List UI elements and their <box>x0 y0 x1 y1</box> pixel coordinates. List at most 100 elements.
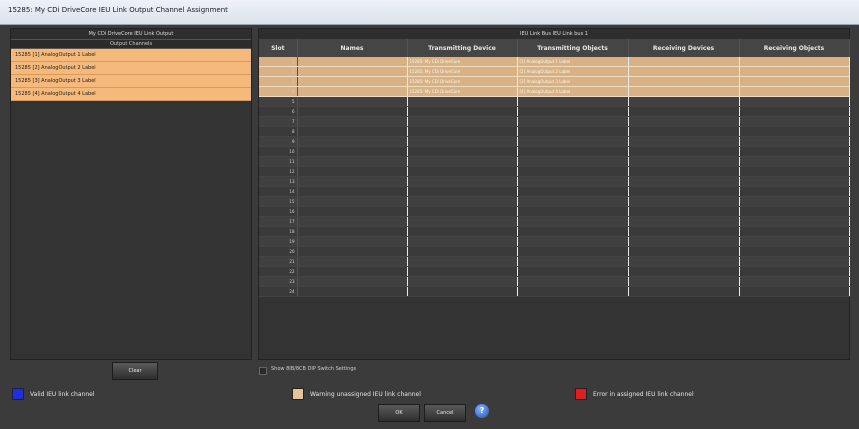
names-cell[interactable] <box>297 96 408 107</box>
receiving-devices-cell[interactable] <box>628 136 740 147</box>
transmitting-objects-cell[interactable] <box>517 276 629 287</box>
transmitting-objects-cell[interactable] <box>517 196 629 207</box>
receiving-objects-cell[interactable] <box>739 236 850 247</box>
column-header-transmitting-device[interactable]: Transmitting Device <box>407 39 518 57</box>
table-row[interactable]: 13 <box>259 176 850 187</box>
receiving-objects-cell[interactable] <box>739 136 850 147</box>
transmitting-objects-cell[interactable] <box>517 156 629 167</box>
table-row[interactable]: 10 <box>259 146 850 157</box>
transmitting-objects-cell[interactable]: [4] AnalogOutput 4 Label <box>517 86 629 97</box>
column-header-names[interactable]: Names <box>297 39 408 57</box>
transmitting-device-cell[interactable]: 15285: My CDi DriveCore <box>407 86 518 97</box>
names-cell[interactable] <box>297 226 408 237</box>
names-cell[interactable] <box>297 166 408 177</box>
transmitting-device-cell[interactable] <box>407 96 518 107</box>
receiving-devices-cell[interactable] <box>628 226 740 237</box>
names-cell[interactable] <box>297 216 408 227</box>
transmitting-device-cell[interactable] <box>407 136 518 147</box>
names-cell[interactable] <box>297 146 408 157</box>
ok-button[interactable]: OK <box>378 404 420 422</box>
transmitting-device-cell[interactable] <box>407 226 518 237</box>
table-row[interactable]: 16 <box>259 206 850 217</box>
column-header-receiving-devices[interactable]: Receiving Devices <box>628 39 740 57</box>
transmitting-device-cell[interactable] <box>407 176 518 187</box>
table-row[interactable]: 3 15285: My CDi DriveCore [3] AnalogOutput… <box>259 76 850 87</box>
transmitting-device-cell[interactable] <box>407 186 518 197</box>
transmitting-device-cell[interactable] <box>407 246 518 257</box>
names-cell[interactable] <box>297 136 408 147</box>
output-channel-item[interactable]: 15285 [2] AnalogOutput 2 Label <box>11 62 251 75</box>
column-header-slot[interactable]: Slot <box>259 39 298 57</box>
transmitting-objects-cell[interactable] <box>517 116 629 127</box>
names-cell[interactable] <box>297 86 408 97</box>
column-header-receiving-objects[interactable]: Receiving Objects <box>739 39 850 57</box>
transmitting-device-cell[interactable] <box>407 126 518 137</box>
table-row[interactable]: 12 <box>259 166 850 177</box>
dip-switch-checkbox[interactable] <box>259 367 267 375</box>
receiving-devices-cell[interactable] <box>628 66 740 77</box>
transmitting-objects-cell[interactable] <box>517 256 629 267</box>
transmitting-device-cell[interactable] <box>407 216 518 227</box>
table-row[interactable]: 20 <box>259 246 850 257</box>
table-row[interactable]: 2 15285: My CDi DriveCore [2] AnalogOutput… <box>259 66 850 77</box>
output-channel-item[interactable]: 15285 [3] AnalogOutput 3 Label <box>11 75 251 88</box>
receiving-objects-cell[interactable] <box>739 246 850 257</box>
receiving-devices-cell[interactable] <box>628 57 740 67</box>
transmitting-device-cell[interactable] <box>407 146 518 157</box>
receiving-objects-cell[interactable] <box>739 226 850 237</box>
transmitting-objects-cell[interactable] <box>517 176 629 187</box>
receiving-devices-cell[interactable] <box>628 266 740 277</box>
transmitting-device-cell[interactable]: 15285: My CDi DriveCore <box>407 57 518 67</box>
receiving-devices-cell[interactable] <box>628 286 740 297</box>
names-cell[interactable] <box>297 236 408 247</box>
transmitting-objects-cell[interactable] <box>517 216 629 227</box>
receiving-objects-cell[interactable] <box>739 186 850 197</box>
transmitting-objects-cell[interactable]: [2] AnalogOutput 2 Label <box>517 66 629 77</box>
transmitting-objects-cell[interactable] <box>517 286 629 297</box>
receiving-objects-cell[interactable] <box>739 86 850 97</box>
transmitting-device-cell[interactable] <box>407 156 518 167</box>
transmitting-device-cell[interactable] <box>407 266 518 277</box>
table-row[interactable]: 19 <box>259 236 850 247</box>
transmitting-device-cell[interactable] <box>407 196 518 207</box>
table-row[interactable]: 7 <box>259 116 850 127</box>
transmitting-device-cell[interactable] <box>407 286 518 297</box>
names-cell[interactable] <box>297 276 408 287</box>
transmitting-device-cell[interactable] <box>407 116 518 127</box>
transmitting-objects-cell[interactable] <box>517 246 629 257</box>
receiving-objects-cell[interactable] <box>739 276 850 287</box>
receiving-devices-cell[interactable] <box>628 216 740 227</box>
names-cell[interactable] <box>297 156 408 167</box>
receiving-objects-cell[interactable] <box>739 126 850 137</box>
receiving-objects-cell[interactable] <box>739 206 850 217</box>
names-cell[interactable] <box>297 266 408 277</box>
receiving-objects-cell[interactable] <box>739 146 850 157</box>
table-row[interactable]: 5 <box>259 96 850 107</box>
receiving-devices-cell[interactable] <box>628 206 740 217</box>
transmitting-objects-cell[interactable] <box>517 186 629 197</box>
table-row[interactable]: 24 <box>259 286 850 297</box>
transmitting-device-cell[interactable]: 15285: My CDi DriveCore <box>407 66 518 77</box>
receiving-objects-cell[interactable] <box>739 266 850 277</box>
table-row[interactable]: 17 <box>259 216 850 227</box>
names-cell[interactable] <box>297 126 408 137</box>
table-row[interactable]: 1 15285: My CDi DriveCore [1] AnalogOutput… <box>259 57 850 67</box>
receiving-objects-cell[interactable] <box>739 286 850 297</box>
table-row[interactable]: 8 <box>259 126 850 137</box>
transmitting-objects-cell[interactable]: [3] AnalogOutput 3 Label <box>517 76 629 87</box>
receiving-objects-cell[interactable] <box>739 76 850 87</box>
names-cell[interactable] <box>297 246 408 257</box>
transmitting-objects-cell[interactable] <box>517 96 629 107</box>
receiving-devices-cell[interactable] <box>628 76 740 87</box>
table-row[interactable]: 15 <box>259 196 850 207</box>
output-channel-item[interactable]: 15285 [4] AnalogOutput 4 Label <box>11 88 251 101</box>
transmitting-objects-cell[interactable] <box>517 166 629 177</box>
receiving-objects-cell[interactable] <box>739 256 850 267</box>
table-row[interactable]: 11 <box>259 156 850 167</box>
transmitting-device-cell[interactable]: 15285: My CDi DriveCore <box>407 76 518 87</box>
receiving-devices-cell[interactable] <box>628 106 740 117</box>
receiving-devices-cell[interactable] <box>628 276 740 287</box>
receiving-objects-cell[interactable] <box>739 66 850 77</box>
output-channel-item[interactable]: 15285 [1] AnalogOutput 1 Label <box>11 49 251 62</box>
transmitting-device-cell[interactable] <box>407 256 518 267</box>
